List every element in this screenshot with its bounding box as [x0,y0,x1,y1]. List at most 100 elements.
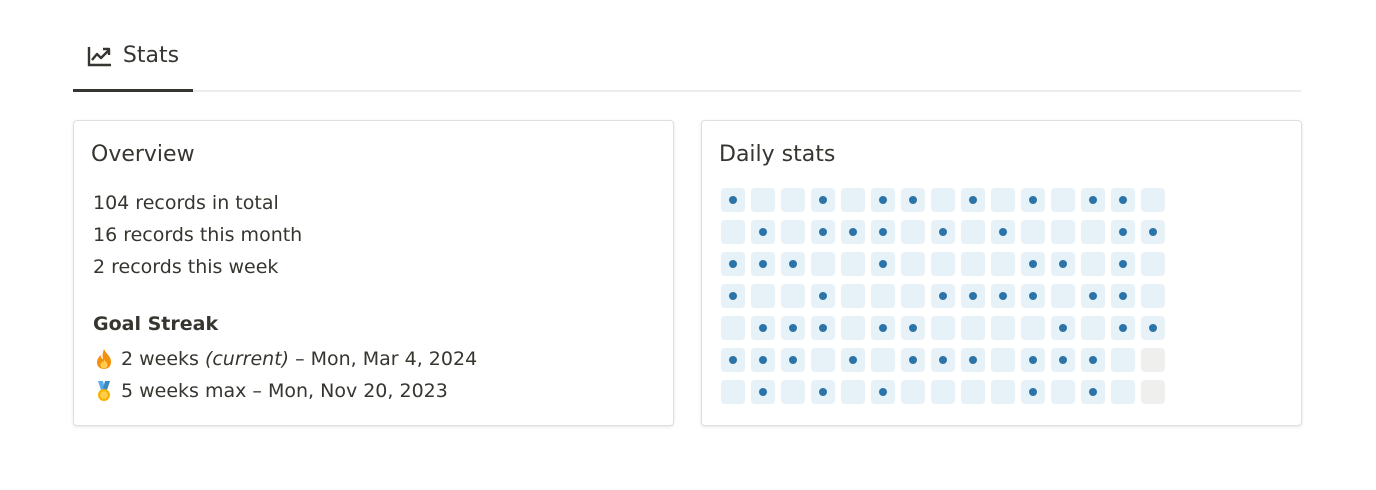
day-cell[interactable] [781,252,805,276]
day-cell[interactable] [1111,380,1135,404]
day-cell[interactable] [1021,284,1045,308]
day-cell[interactable] [991,316,1015,340]
day-cell[interactable] [901,252,925,276]
day-cell[interactable] [961,348,985,372]
day-cell[interactable] [1111,252,1135,276]
day-cell[interactable] [991,220,1015,244]
day-cell[interactable] [1141,188,1165,212]
day-cell[interactable] [811,252,835,276]
day-cell[interactable] [991,380,1015,404]
day-cell[interactable] [901,284,925,308]
day-cell[interactable] [1051,220,1075,244]
day-cell[interactable] [1111,348,1135,372]
day-cell[interactable] [1021,188,1045,212]
day-cell[interactable] [1081,348,1105,372]
day-cell[interactable] [721,284,745,308]
day-cell[interactable] [961,220,985,244]
day-cell[interactable] [961,284,985,308]
day-cell[interactable] [991,252,1015,276]
day-cell[interactable] [1081,380,1105,404]
day-cell[interactable] [841,252,865,276]
day-cell[interactable] [931,252,955,276]
day-cell[interactable] [1141,220,1165,244]
day-cell[interactable] [841,220,865,244]
day-cell[interactable] [811,348,835,372]
day-cell[interactable] [721,316,745,340]
day-cell[interactable] [811,188,835,212]
day-cell[interactable] [901,316,925,340]
day-cell[interactable] [751,284,775,308]
day-cell[interactable] [1111,220,1135,244]
day-cell[interactable] [961,188,985,212]
day-cell[interactable] [721,380,745,404]
day-cell[interactable] [841,380,865,404]
day-cell[interactable] [1081,220,1105,244]
day-cell[interactable] [721,188,745,212]
day-cell[interactable] [1141,316,1165,340]
day-cell[interactable] [991,188,1015,212]
day-cell[interactable] [841,348,865,372]
day-cell[interactable] [1021,380,1045,404]
day-cell[interactable] [871,316,895,340]
day-cell[interactable] [931,220,955,244]
day-cell[interactable] [751,188,775,212]
day-cell[interactable] [1081,252,1105,276]
day-cell[interactable] [871,188,895,212]
day-cell[interactable] [1051,284,1075,308]
day-cell[interactable] [991,284,1015,308]
day-cell[interactable] [1051,380,1075,404]
day-cell[interactable] [1021,316,1045,340]
day-cell[interactable] [811,380,835,404]
day-cell[interactable] [1021,220,1045,244]
day-cell[interactable] [751,316,775,340]
day-cell[interactable] [961,316,985,340]
day-cell[interactable] [721,220,745,244]
day-cell[interactable] [841,188,865,212]
day-cell[interactable] [1111,284,1135,308]
day-cell[interactable] [811,220,835,244]
day-cell[interactable] [811,316,835,340]
day-cell[interactable] [1051,252,1075,276]
day-cell[interactable] [991,348,1015,372]
day-cell[interactable] [1051,348,1075,372]
day-cell[interactable] [1081,188,1105,212]
day-cell[interactable] [751,252,775,276]
day-cell[interactable] [1081,316,1105,340]
day-cell[interactable] [931,316,955,340]
day-cell[interactable] [1021,348,1045,372]
tab-stats[interactable]: Stats [73,30,193,92]
day-cell[interactable] [781,348,805,372]
day-cell[interactable] [871,252,895,276]
day-cell[interactable] [931,188,955,212]
day-cell[interactable] [931,380,955,404]
day-cell[interactable] [1141,284,1165,308]
day-cell[interactable] [871,220,895,244]
day-cell[interactable] [1081,284,1105,308]
day-cell[interactable] [841,284,865,308]
day-cell[interactable] [811,284,835,308]
day-cell[interactable] [841,316,865,340]
day-cell[interactable] [871,348,895,372]
day-cell[interactable] [781,380,805,404]
day-cell[interactable] [931,284,955,308]
day-cell[interactable] [1111,188,1135,212]
day-cell[interactable] [871,284,895,308]
day-cell[interactable] [901,188,925,212]
day-cell[interactable] [1051,188,1075,212]
day-cell[interactable] [781,316,805,340]
day-cell[interactable] [781,188,805,212]
day-cell[interactable] [751,348,775,372]
day-cell[interactable] [931,348,955,372]
day-cell[interactable] [871,380,895,404]
day-cell[interactable] [751,380,775,404]
day-cell[interactable] [1141,348,1165,372]
day-cell[interactable] [901,220,925,244]
day-cell[interactable] [781,284,805,308]
day-cell[interactable] [781,220,805,244]
day-cell[interactable] [721,252,745,276]
day-cell[interactable] [1021,252,1045,276]
day-cell[interactable] [961,252,985,276]
day-cell[interactable] [901,348,925,372]
day-cell[interactable] [1111,316,1135,340]
day-cell[interactable] [1051,316,1075,340]
